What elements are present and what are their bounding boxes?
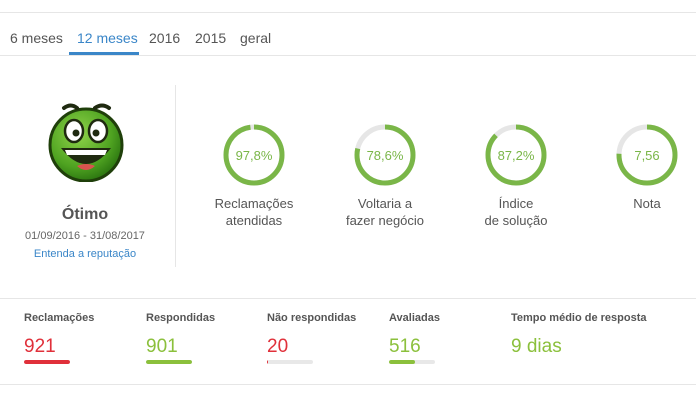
tab-2015[interactable]: 2015 <box>195 30 226 46</box>
stat-bar-fill <box>389 360 415 364</box>
metric-value: 78,6% <box>366 148 404 163</box>
period-tabs: 6 meses 12 meses 2016 2015 geral <box>0 24 696 56</box>
tab-12-meses[interactable]: 12 meses <box>77 30 138 46</box>
reputation-period: 01/09/2016 - 31/08/2017 <box>25 230 145 242</box>
metric-value: 97,8% <box>235 148 273 163</box>
top-divider <box>0 12 696 13</box>
happy-face-icon <box>48 103 124 182</box>
stat-bar <box>24 360 70 364</box>
stat-respondidas: Respondidas 901 <box>146 312 215 364</box>
metric-label: Nota <box>633 196 661 211</box>
stat-label: Respondidas <box>146 312 216 324</box>
stat-label: Avaliadas <box>389 312 440 324</box>
stat-label: Reclamações <box>24 312 95 324</box>
stat-value: 901 <box>146 336 178 357</box>
stat-label: Tempo médio de resposta <box>511 312 647 324</box>
stat-bar <box>146 360 192 364</box>
reputation-title: Ótimo <box>61 206 109 223</box>
bottom-divider <box>0 384 696 385</box>
metric-label: Voltaria a fazer negócio <box>345 196 425 228</box>
stat-bar <box>267 360 313 364</box>
stats-row: Reclamações 921 Respondidas 901 Não resp… <box>0 298 696 384</box>
stat-reclamacoes: Reclamações 921 <box>24 312 94 364</box>
stat-bar <box>389 360 435 364</box>
metric-voltaria-a-fazer-negocio: 78,6% Voltaria a fazer negócio <box>330 123 440 229</box>
section-divider <box>175 85 176 267</box>
tab-6-meses[interactable]: 6 meses <box>10 30 63 46</box>
metric-nota: 7,56 Nota <box>592 123 696 212</box>
metric-reclamacoes-atendidas: 97,8% Reclamações atendidas <box>199 123 309 229</box>
metric-label: Índice de solução <box>484 196 548 228</box>
tab-2016[interactable]: 2016 <box>149 30 180 46</box>
metric-value: 7,56 <box>634 148 660 163</box>
stat-label: Não respondidas <box>267 312 357 324</box>
stat-value: 9 dias <box>511 336 562 357</box>
stat-value: 516 <box>389 336 421 357</box>
tab-geral[interactable]: geral <box>240 30 271 46</box>
stat-bar-fill <box>24 360 70 364</box>
reputation-info-link[interactable]: Entenda a reputação <box>0 248 170 260</box>
stat-avaliadas: Avaliadas 516 <box>389 312 440 364</box>
stat-nao-respondidas: Não respondidas 20 <box>267 312 356 364</box>
metric-label: Reclamações atendidas <box>214 196 294 228</box>
tabs-divider <box>0 55 696 56</box>
stat-value: 20 <box>267 336 289 357</box>
metric-value: 87,2% <box>497 148 535 163</box>
stat-bar-fill <box>267 360 269 364</box>
stat-value: 921 <box>24 336 56 357</box>
stat-tempo-medio-de-resposta: Tempo médio de resposta 9 dias <box>511 312 647 357</box>
metric-indice-de-solucao: 87,2% Índice de solução <box>461 123 571 229</box>
stat-bar-fill <box>146 360 192 364</box>
